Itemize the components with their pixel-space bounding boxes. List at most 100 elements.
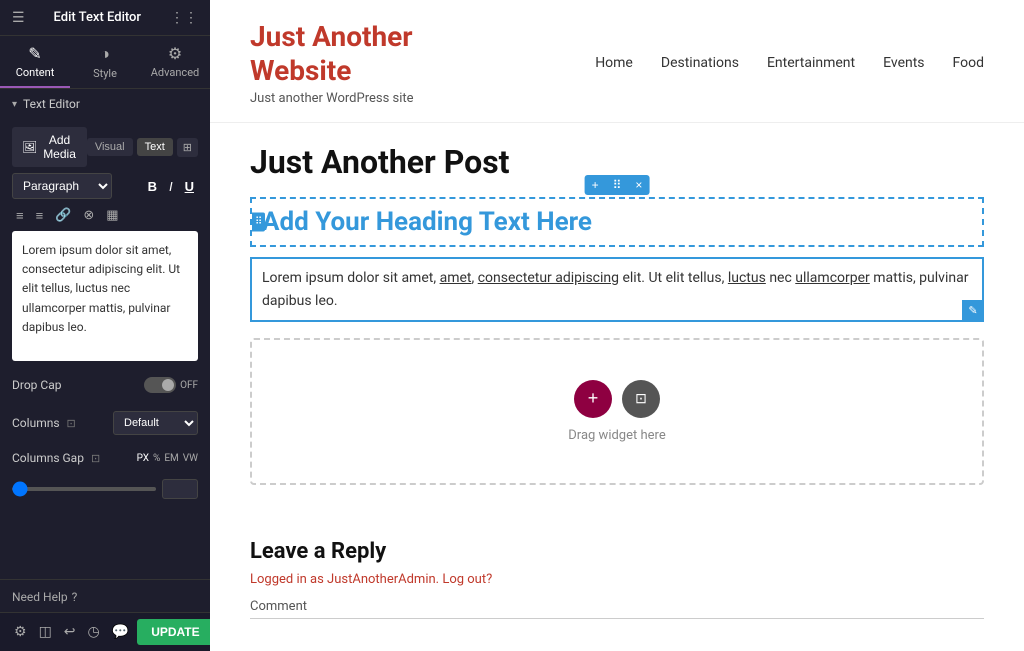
left-panel: ☰ Edit Text Editor ⋮⋮ ✎ Content ◑ Style …: [0, 0, 210, 651]
panel-title: Edit Text Editor: [54, 10, 142, 25]
tab-content[interactable]: ✎ Content: [0, 36, 70, 88]
logged-in-text: Logged in as JustAnotherAdmin. Log out?: [250, 572, 984, 587]
add-media-row: 🖼 Add Media Visual Text ⊞: [12, 127, 198, 167]
comment-label: Comment: [250, 599, 984, 614]
nav-link-entertainment[interactable]: Entertainment: [767, 55, 855, 71]
format-buttons: B I U: [144, 177, 198, 196]
brand-name: Just AnotherWebsite: [250, 20, 414, 87]
toggle-knob: [162, 379, 174, 391]
heading-text: Add Your Heading Text Here: [262, 207, 972, 237]
drop-cap-state: OFF: [180, 380, 198, 391]
columns-label: Columns ⊡: [12, 416, 76, 430]
style-tab-icon: ◑: [100, 44, 110, 64]
add-widget-buttons: + ⊡: [574, 380, 660, 418]
toggle-track[interactable]: [144, 377, 176, 393]
text-button[interactable]: Text: [137, 138, 173, 156]
widget-toolbar: + ⠿ ×: [585, 175, 650, 195]
heading-widget-container: + ⠿ × ⠿ Add Your Heading Text Here: [250, 197, 984, 247]
content-tab-label: Content: [16, 66, 55, 79]
gap-unit-px[interactable]: PX: [137, 453, 149, 464]
add-media-label: Add Media: [42, 133, 77, 161]
list-ol-button[interactable]: ≡: [32, 206, 48, 225]
section-arrow-icon: ▾: [12, 99, 17, 110]
gap-units: PX % EM VW: [137, 453, 198, 464]
text-consectetur: consectetur adipiscing: [478, 270, 619, 286]
empty-widget-area: + ⊡ Drag widget here: [250, 338, 984, 485]
text-widget-content: Lorem ipsum dolor sit amet, amet, consec…: [252, 259, 982, 320]
add-widget-plus-button[interactable]: +: [574, 380, 612, 418]
comments-icon[interactable]: 💬: [108, 622, 133, 642]
unlink-button[interactable]: ⊗: [79, 205, 98, 225]
site-brand: Just AnotherWebsite Just another WordPre…: [250, 20, 414, 106]
tab-advanced[interactable]: ⚙ Advanced: [140, 36, 210, 88]
text-amet: amet: [440, 270, 472, 286]
columns-gap-row: Columns Gap ⊡ PX % EM VW: [12, 447, 198, 469]
add-media-button[interactable]: 🖼 Add Media: [12, 127, 87, 167]
columns-select[interactable]: Default: [113, 411, 198, 435]
italic-button[interactable]: I: [165, 177, 177, 196]
underline-button[interactable]: U: [181, 177, 198, 196]
site-nav: Home Destinations Entertainment Events F…: [595, 55, 984, 71]
gap-slider-row: [12, 475, 198, 503]
tabs-row: ✎ Content ◑ Style ⚙ Advanced: [0, 36, 210, 89]
widget-add-button[interactable]: +: [585, 175, 606, 195]
widget-move-button[interactable]: ⠿: [606, 175, 629, 195]
add-widget-folder-button[interactable]: ⊡: [622, 380, 660, 418]
update-button[interactable]: UPDATE: [137, 619, 210, 645]
columns-gap-label: Columns Gap ⊡: [12, 451, 100, 465]
nav-link-destinations[interactable]: Destinations: [661, 55, 739, 71]
gap-input[interactable]: [162, 479, 198, 499]
site-header: Just AnotherWebsite Just another WordPre…: [210, 0, 1024, 123]
advanced-tab-icon: ⚙: [168, 44, 182, 63]
kitchen-sink-button[interactable]: ⊞: [177, 138, 198, 157]
column-handle-heading[interactable]: ⠿: [252, 213, 265, 232]
bold-button[interactable]: B: [144, 177, 161, 196]
main-content: Just AnotherWebsite Just another WordPre…: [210, 0, 1024, 651]
format-row2: ≡ ≡ 🔗 ⊗ ▦: [12, 205, 198, 225]
drop-cap-toggle[interactable]: OFF: [144, 377, 198, 393]
content-tab-icon: ✎: [28, 44, 41, 63]
need-help-row[interactable]: Need Help ?: [0, 579, 210, 612]
history-icon[interactable]: ◷: [84, 622, 104, 642]
style-tab-label: Style: [93, 67, 117, 80]
gap-unit-vw[interactable]: VW: [183, 453, 198, 464]
advanced-tab-label: Advanced: [151, 66, 199, 79]
brand-tagline: Just another WordPress site: [250, 91, 414, 106]
text-content-area[interactable]: Lorem ipsum dolor sit amet, consectetur …: [12, 231, 198, 361]
list-ul-button[interactable]: ≡: [12, 206, 28, 225]
help-icon: ?: [72, 590, 78, 604]
tab-style[interactable]: ◑ Style: [70, 36, 140, 88]
section-title[interactable]: ▾ Text Editor: [0, 89, 210, 119]
drop-cap-label: Drop Cap: [12, 378, 61, 392]
visual-button[interactable]: Visual: [87, 138, 133, 156]
hamburger-icon[interactable]: ☰: [12, 10, 25, 26]
settings-bottom-icon[interactable]: ⚙: [10, 622, 31, 642]
edit-pencil-button[interactable]: ✎: [962, 300, 984, 322]
nav-link-food[interactable]: Food: [953, 55, 984, 71]
gap-slider[interactable]: [12, 487, 156, 491]
nav-link-home[interactable]: Home: [595, 55, 633, 71]
text-widget[interactable]: Lorem ipsum dolor sit amet, amet, consec…: [250, 257, 984, 322]
heading-widget[interactable]: ⠿ Add Your Heading Text Here: [250, 197, 984, 247]
editor-toolbar: 🖼 Add Media Visual Text ⊞ Paragraph B I …: [0, 119, 210, 579]
link-button[interactable]: 🔗: [51, 205, 75, 225]
drag-widget-label: Drag widget here: [568, 428, 665, 443]
text-ullamcorper: ullamcorper: [795, 270, 870, 286]
nav-link-events[interactable]: Events: [883, 55, 924, 71]
section-title-label: Text Editor: [23, 97, 80, 111]
widget-close-button[interactable]: ×: [628, 175, 649, 195]
post-area: Just Another Post + ⠿ × ⠿ Add Your Headi…: [210, 123, 1024, 529]
panel-header: ☰ Edit Text Editor ⋮⋮: [0, 0, 210, 36]
undo-icon[interactable]: ↩: [60, 622, 80, 642]
drop-cap-row: Drop Cap OFF: [12, 367, 198, 399]
add-media-icon: 🖼: [22, 140, 37, 154]
visual-text-row: Visual Text ⊞: [87, 138, 198, 157]
need-help-label: Need Help: [12, 590, 68, 604]
table-button[interactable]: ▦: [102, 205, 122, 225]
gap-unit-percent[interactable]: %: [153, 453, 160, 464]
layers-icon[interactable]: ◫: [35, 622, 56, 642]
gap-unit-em[interactable]: EM: [164, 453, 178, 464]
grid-icon[interactable]: ⋮⋮: [170, 10, 198, 26]
paragraph-select[interactable]: Paragraph: [12, 173, 112, 199]
leave-reply-section: Leave a Reply Logged in as JustAnotherAd…: [210, 529, 1024, 639]
